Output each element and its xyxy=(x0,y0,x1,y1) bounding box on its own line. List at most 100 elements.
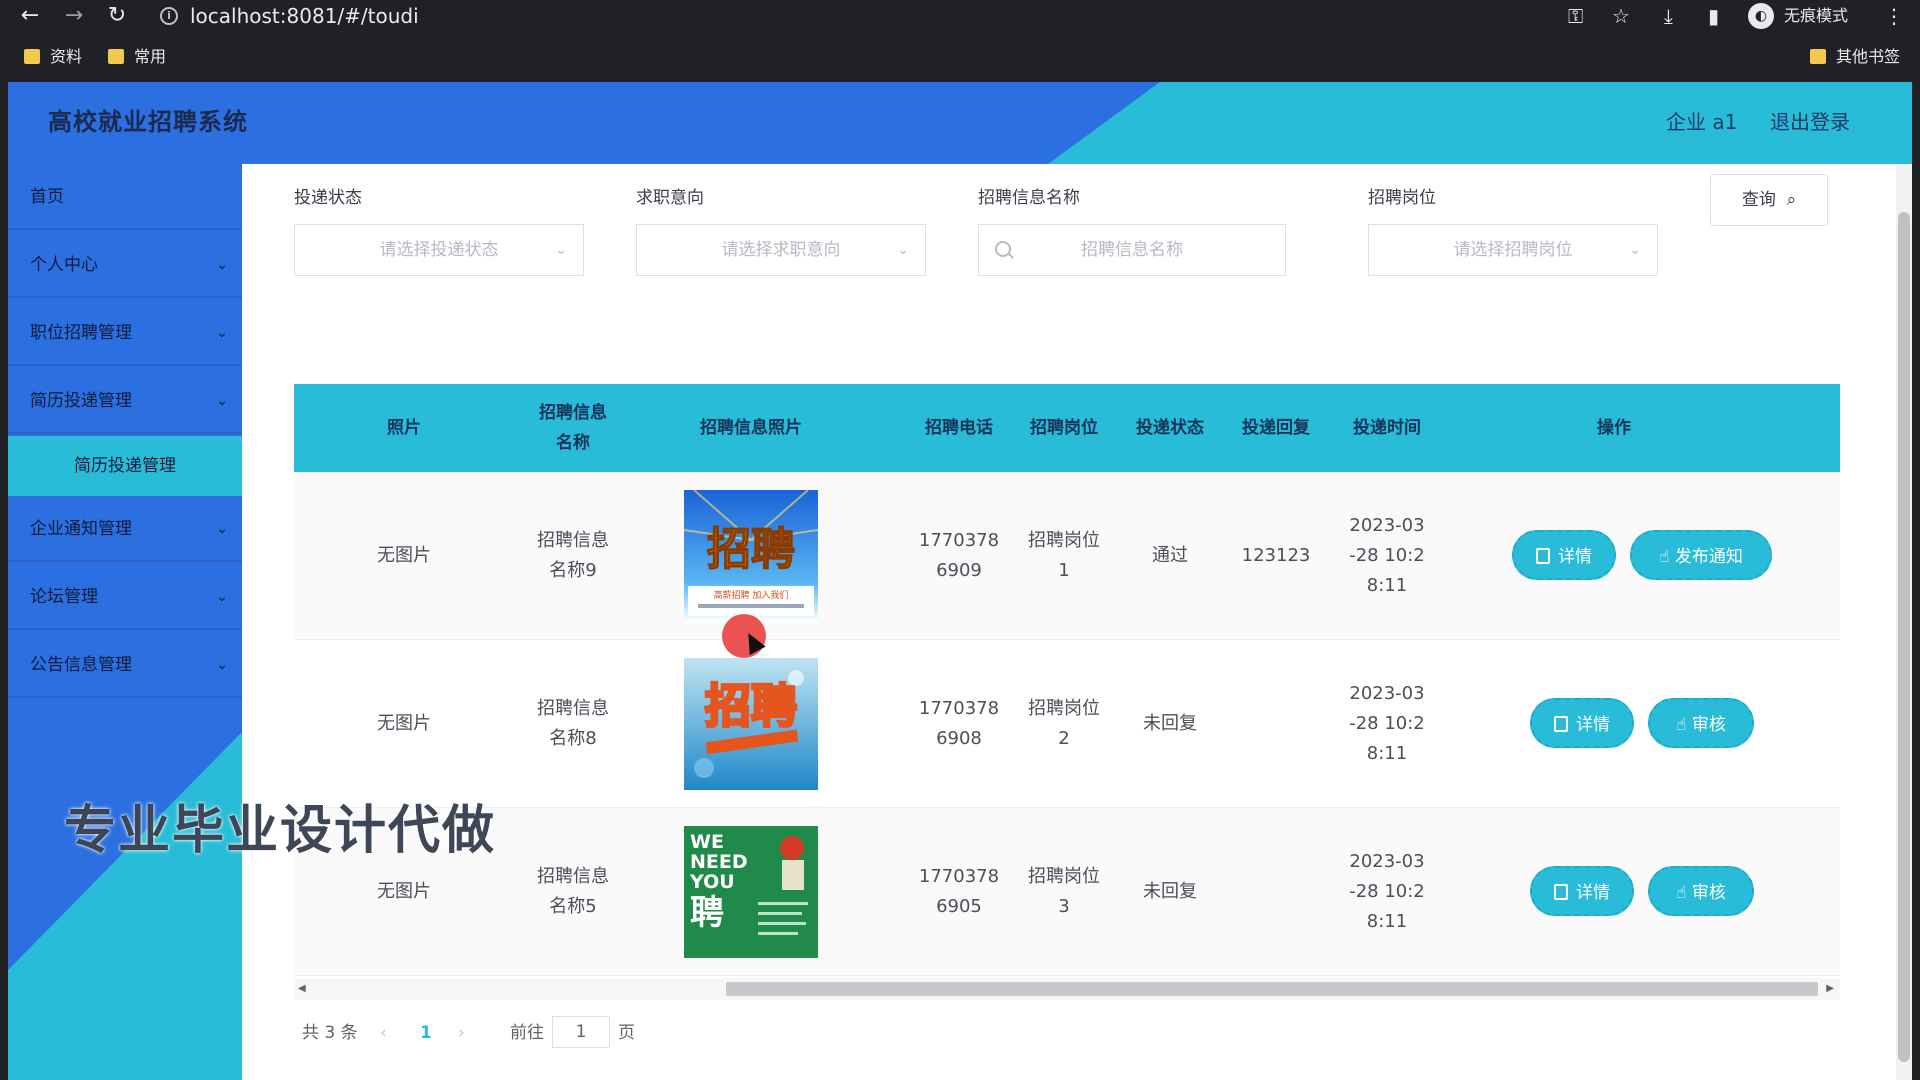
thumb-icon: ☝ xyxy=(1676,715,1692,735)
cell-phone: 1770378 6905 xyxy=(918,866,1000,917)
poster-3-headline: 聘 xyxy=(690,893,724,933)
filter-post-label: 招聘岗位 xyxy=(1368,188,1436,208)
pagination-goto-input[interactable]: 1 xyxy=(552,1016,610,1048)
cell-status: 未回复 xyxy=(1143,713,1197,734)
address-url: localhost:8081/#/toudi xyxy=(190,4,419,28)
review-button[interactable]: ☝ 审核 xyxy=(1648,698,1754,748)
chevron-down-icon: ⌄ xyxy=(216,589,228,605)
forward-icon[interactable]: → xyxy=(60,3,88,29)
detail-button[interactable]: 详情 xyxy=(1512,530,1616,580)
poster-image-2[interactable]: 招聘 xyxy=(684,658,818,790)
thumb-icon: ☝ xyxy=(1659,547,1675,567)
poster-3-line3: YOU xyxy=(689,871,735,893)
cell-phone: 1770378 6908 xyxy=(918,698,1000,749)
pagination-prev-icon[interactable]: ‹ xyxy=(380,1018,387,1048)
cell-time: 2023-03 -28 10:2 8:11 xyxy=(1349,683,1425,764)
sidebar-subitem-resume-management[interactable]: 简历投递管理 xyxy=(8,436,242,496)
chevron-down-icon: ⌄ xyxy=(216,657,228,673)
sidebar-item-personal-center[interactable]: 个人中心 ⌄ xyxy=(8,232,242,298)
bookmark-folder-ziliao[interactable]: 资料 xyxy=(24,46,82,68)
query-button[interactable]: 查询 ⌕ xyxy=(1710,174,1828,226)
incognito-icon[interactable]: ◐ xyxy=(1748,3,1774,29)
column-header-phone: 招聘电话 xyxy=(925,418,993,438)
sidebar-item-company-notice[interactable]: 企业通知管理 ⌄ xyxy=(8,496,242,562)
site-info-icon[interactable]: i xyxy=(160,7,178,25)
more-menu-icon[interactable]: ⋮ xyxy=(1884,0,1904,32)
table-horizontal-scrollbar[interactable]: ◀ ▶ xyxy=(294,978,1840,1000)
sidebar-item-job-management[interactable]: 职位招聘管理 ⌄ xyxy=(8,300,242,366)
cell-name: 招聘信息 名称8 xyxy=(537,698,609,749)
poster-1-tagline: 高薪招聘 加入我们 xyxy=(714,589,789,601)
folder-icon xyxy=(1810,49,1826,64)
browser-toolbar: ← → ↻ i localhost:8081/#/toudi ⚿ ☆ ⤓ ▮ ◐… xyxy=(0,0,1920,32)
search-icon: ⌕ xyxy=(1781,190,1797,210)
filter-status-select[interactable]: 请选择投递状态 ⌄ xyxy=(294,224,584,276)
review-button[interactable]: ☝ 审核 xyxy=(1648,866,1754,916)
back-icon[interactable]: ← xyxy=(16,3,44,29)
pagination-goto-label: 前往 xyxy=(510,1023,544,1043)
bookmarks-bar: 资料 常用 其他书签 xyxy=(0,32,1920,82)
scroll-right-icon[interactable]: ▶ xyxy=(1826,978,1834,1000)
cell-time: 2023-03 -28 10:2 8:11 xyxy=(1349,851,1425,932)
poster-image-1[interactable]: 招聘 高薪招聘 加入我们 xyxy=(684,490,818,622)
poster-image-3[interactable]: WE NEED YOU 聘 xyxy=(684,826,818,958)
document-icon xyxy=(1536,548,1550,564)
cell-time: 2023-03 -28 10:2 8:11 xyxy=(1349,515,1425,596)
cell-post: 招聘岗位 3 xyxy=(1028,866,1100,917)
filter-name-input[interactable]: 招聘信息名称 xyxy=(978,224,1286,276)
key-icon[interactable]: ⚿ xyxy=(1568,0,1583,32)
folder-icon xyxy=(108,49,124,64)
pagination-next-icon[interactable]: › xyxy=(458,1018,465,1048)
filter-intent-select[interactable]: 请选择求职意向 ⌄ xyxy=(636,224,926,276)
column-header-actions: 操作 xyxy=(1597,418,1631,438)
sidebar-item-announcements[interactable]: 公告信息管理 ⌄ xyxy=(8,632,242,698)
cell-name: 招聘信息 名称9 xyxy=(537,530,609,581)
cell-reply xyxy=(1226,640,1326,808)
address-bar[interactable]: i localhost:8081/#/toudi xyxy=(146,2,1566,30)
column-header-reply: 投递回复 xyxy=(1242,418,1310,438)
scrollbar-thumb[interactable] xyxy=(726,982,1818,996)
column-header-poster: 招聘信息照片 xyxy=(700,418,802,438)
page-vertical-scrollbar[interactable] xyxy=(1896,164,1912,1080)
cell-post: 招聘岗位 2 xyxy=(1028,698,1100,749)
pagination-page-suffix: 页 xyxy=(618,1023,635,1043)
cell-post: 招聘岗位 1 xyxy=(1028,530,1100,581)
logout-link[interactable]: 退出登录 xyxy=(1770,106,1850,138)
cell-status: 通过 xyxy=(1152,545,1188,566)
table-row: 无图片 招聘信息 名称8 招聘 1770378 6908 招聘岗位 2 未回复 … xyxy=(294,640,1840,808)
column-header-status: 投递状态 xyxy=(1136,418,1204,438)
side-panel-icon[interactable]: ▮ xyxy=(1708,0,1719,32)
profile-label[interactable]: 无痕模式 xyxy=(1784,0,1848,32)
chevron-down-icon: ⌄ xyxy=(216,521,228,537)
download-icon[interactable]: ⤓ xyxy=(1664,0,1673,32)
poster-3-line2: NEED xyxy=(690,851,748,873)
chevron-down-icon: ⌄ xyxy=(216,393,228,409)
sidebar: 首页 个人中心 ⌄ 职位招聘管理 ⌄ 简历投递管理 ⌄ 简历投递管理 企业通知管… xyxy=(8,164,242,1080)
scrollbar-thumb[interactable] xyxy=(1898,212,1910,1062)
table-row: 无图片 招聘信息 名称9 招聘 高薪招聘 加入我们 1770378 6909 招… xyxy=(294,472,1840,640)
detail-button[interactable]: 详情 xyxy=(1530,698,1634,748)
cell-poster: 招聘 xyxy=(676,640,826,808)
pagination-page-current[interactable]: 1 xyxy=(420,1018,432,1048)
filter-status-label: 投递状态 xyxy=(294,188,362,208)
current-user: 企业 a1 xyxy=(1666,110,1738,134)
chevron-down-icon: ⌄ xyxy=(897,242,909,258)
sidebar-item-forum[interactable]: 论坛管理 ⌄ xyxy=(8,564,242,630)
sidebar-item-resume-management[interactable]: 简历投递管理 ⌄ xyxy=(8,368,242,434)
bookmark-star-icon[interactable]: ☆ xyxy=(1612,0,1630,32)
search-icon xyxy=(995,241,1011,257)
sidebar-item-home[interactable]: 首页 xyxy=(8,164,242,230)
publish-notice-button[interactable]: ☝ 发布通知 xyxy=(1630,530,1772,580)
poster-2-headline: 招聘 xyxy=(705,679,797,733)
scroll-left-icon[interactable]: ◀ xyxy=(298,978,306,1000)
detail-button[interactable]: 详情 xyxy=(1530,866,1634,916)
bookmark-folder-changyong[interactable]: 常用 xyxy=(108,46,166,68)
filter-post-select[interactable]: 请选择招聘岗位 ⌄ xyxy=(1368,224,1658,276)
chevron-down-icon: ⌄ xyxy=(1629,242,1641,258)
cell-name: 招聘信息 名称5 xyxy=(537,866,609,917)
reload-icon[interactable]: ↻ xyxy=(103,3,131,29)
folder-icon xyxy=(24,49,40,64)
thumb-icon: ☝ xyxy=(1676,883,1692,903)
bookmark-folder-other[interactable]: 其他书签 xyxy=(1810,46,1900,68)
filter-name-label: 招聘信息名称 xyxy=(978,188,1080,208)
